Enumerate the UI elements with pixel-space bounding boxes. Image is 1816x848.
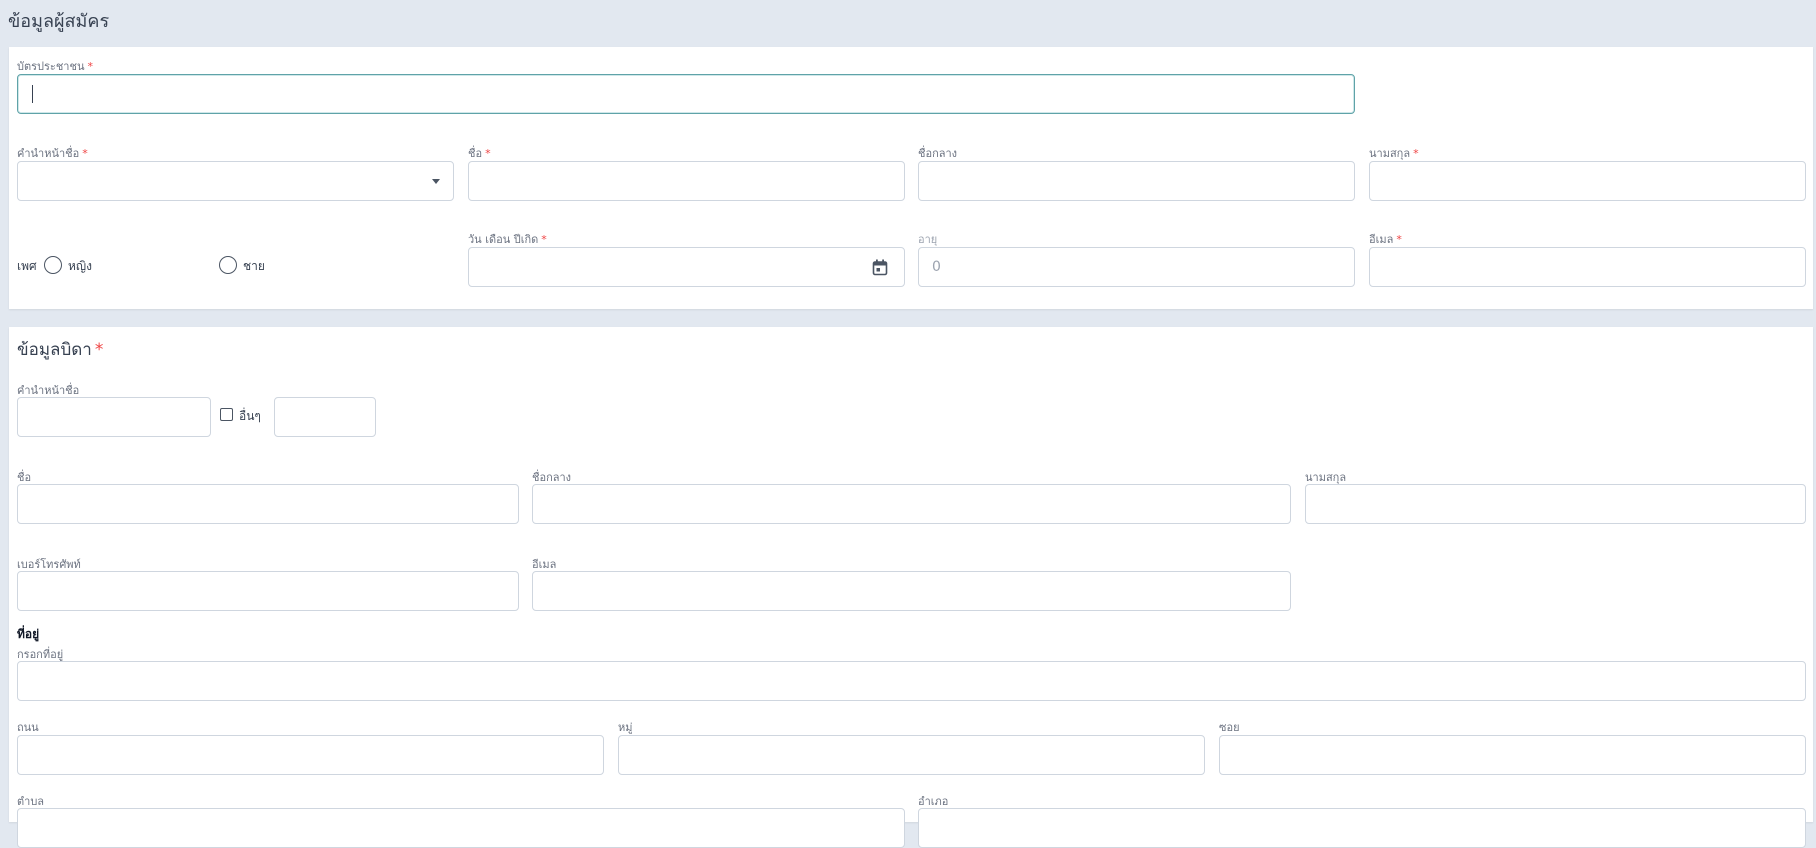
last-name-input[interactable] bbox=[1369, 161, 1806, 201]
subdistrict-input[interactable] bbox=[17, 808, 905, 848]
gender-label: เพศ bbox=[17, 259, 37, 273]
birth-date-input[interactable] bbox=[468, 247, 905, 287]
id-card-label: บัตรประชาชน * bbox=[17, 60, 93, 73]
moo-input[interactable] bbox=[618, 735, 1205, 775]
email-input[interactable] bbox=[1369, 247, 1806, 287]
father-section-title: ข้อมูลบิดา * bbox=[17, 340, 104, 360]
father-last-name-input[interactable] bbox=[1305, 484, 1806, 524]
calendar-icon[interactable] bbox=[872, 259, 888, 276]
prefix-label: คำนำหน้าชื่อ * bbox=[17, 147, 88, 160]
middle-name-label: ชื่อกลาง bbox=[918, 147, 958, 160]
gender-male-label[interactable]: ชาย bbox=[243, 257, 265, 276]
father-first-name-input[interactable] bbox=[17, 484, 519, 524]
father-prefix-input[interactable] bbox=[17, 397, 211, 437]
chevron-down-icon bbox=[432, 179, 440, 184]
soi-input[interactable] bbox=[1219, 735, 1806, 775]
age-label: อายุ bbox=[918, 233, 938, 246]
road-label: ถนน bbox=[17, 721, 39, 734]
age-input: 0 bbox=[918, 247, 1355, 287]
prefix-select[interactable] bbox=[17, 161, 454, 201]
father-phone-input[interactable] bbox=[17, 571, 519, 611]
father-other-prefix-input[interactable] bbox=[274, 397, 376, 437]
father-email-input[interactable] bbox=[532, 571, 1291, 611]
text-cursor bbox=[32, 85, 33, 103]
age-value: 0 bbox=[932, 259, 941, 275]
address-input[interactable] bbox=[17, 661, 1806, 701]
gender-male-radio[interactable] bbox=[219, 256, 237, 274]
middle-name-input[interactable] bbox=[918, 161, 1355, 201]
father-other-label[interactable]: อื่นๆ bbox=[239, 407, 261, 426]
road-input[interactable] bbox=[17, 735, 604, 775]
first-name-input[interactable] bbox=[468, 161, 905, 201]
gender-female-radio[interactable] bbox=[44, 256, 62, 274]
last-name-label: นามสกุล * bbox=[1369, 147, 1419, 160]
gender-female-label[interactable]: หญิง bbox=[68, 257, 92, 276]
address-heading: ที่อยู่ bbox=[17, 627, 40, 641]
page-title: ข้อมูลผู้สมัคร bbox=[8, 11, 110, 32]
soi-label: ซอย bbox=[1219, 721, 1240, 734]
email-label: อีเมล * bbox=[1369, 233, 1402, 246]
id-card-input[interactable] bbox=[17, 74, 1355, 114]
father-middle-name-input[interactable] bbox=[532, 484, 1291, 524]
first-name-label: ชื่อ * bbox=[468, 147, 491, 160]
district-input[interactable] bbox=[918, 808, 1806, 848]
birth-date-label: วัน เดือน ปีเกิด * bbox=[468, 233, 547, 246]
father-other-checkbox[interactable] bbox=[220, 408, 233, 421]
moo-label: หมู่ bbox=[618, 721, 633, 734]
